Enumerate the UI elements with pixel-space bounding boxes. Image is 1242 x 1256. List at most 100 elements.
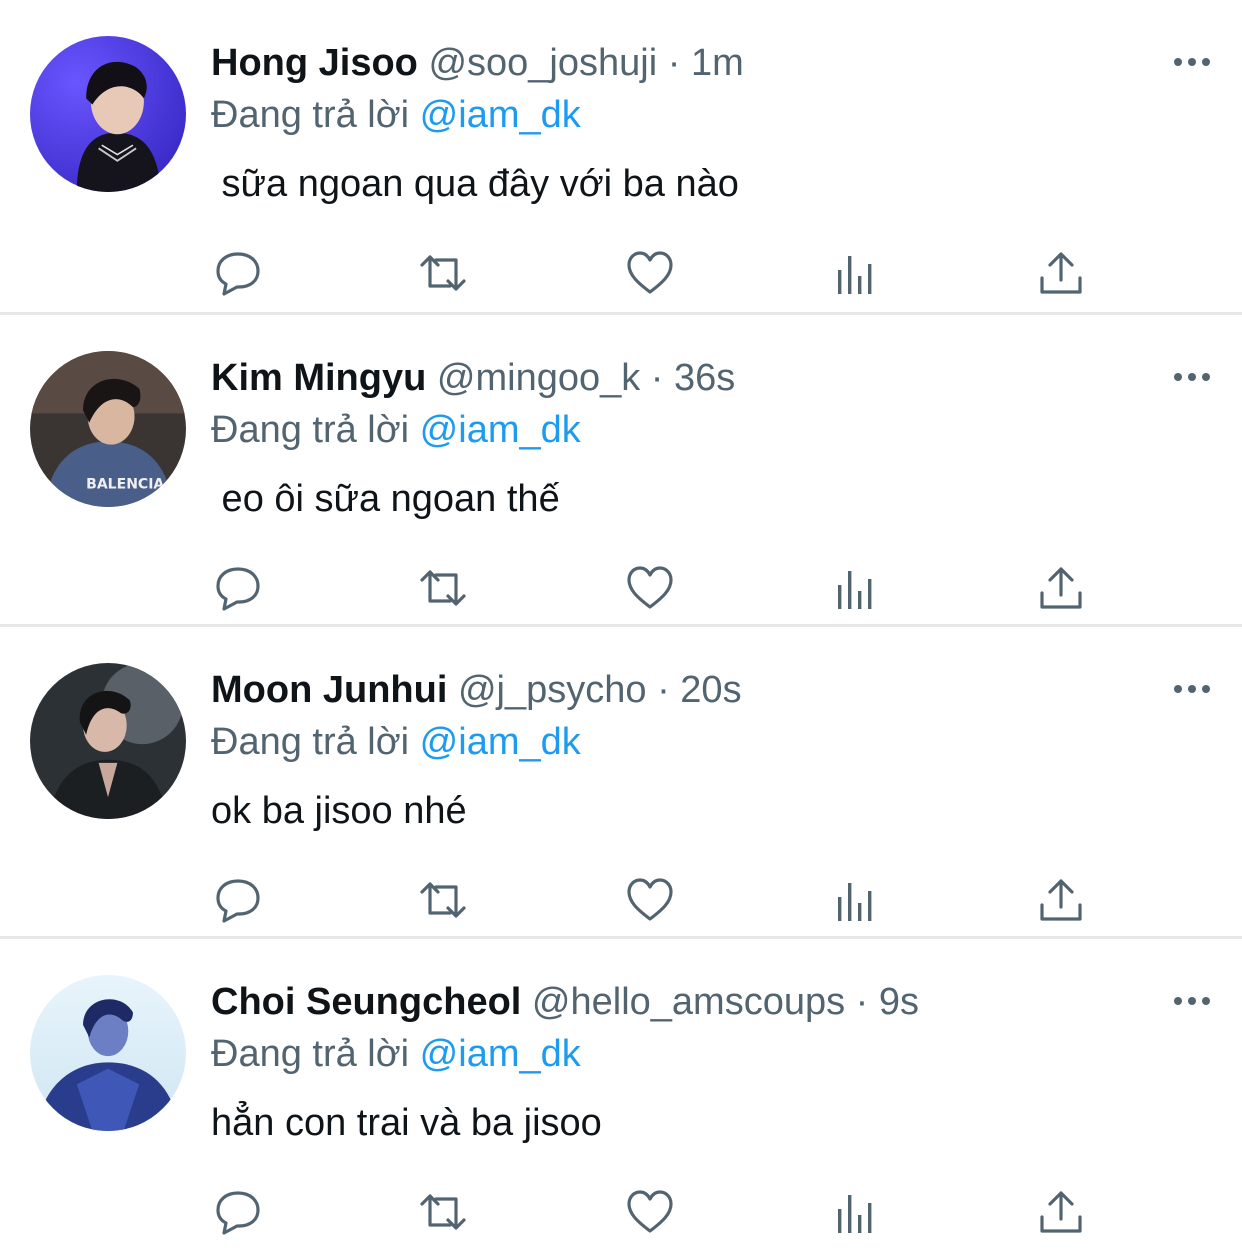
reply-feed: Hong Jisoo @soo_joshuji · 1m Đang trả lờ…: [0, 0, 1242, 1248]
replying-prefix: Đang trả lời: [211, 94, 410, 136]
display-name[interactable]: Kim Mingyu: [211, 357, 426, 399]
display-name[interactable]: Moon Junhui: [211, 669, 447, 711]
timestamp[interactable]: 9s: [879, 981, 919, 1023]
mention-link[interactable]: @iam_dk: [420, 409, 581, 451]
replying-prefix: Đang trả lời: [211, 721, 410, 763]
reply-button[interactable]: [213, 248, 263, 298]
more-options-button[interactable]: [1172, 359, 1212, 395]
like-button[interactable]: [625, 1187, 675, 1237]
avatar[interactable]: [30, 975, 186, 1131]
avatar[interactable]: BALENCIA: [30, 351, 186, 507]
separator: ·: [650, 357, 664, 399]
like-icon: [627, 1190, 673, 1233]
tweet[interactable]: Hong Jisoo @soo_joshuji · 1m Đang trả lờ…: [0, 0, 1242, 312]
retweet-icon: [420, 570, 466, 606]
replying-to: Đang trả lời @iam_dk: [211, 405, 581, 455]
replying-to: Đang trả lời @iam_dk: [211, 717, 581, 767]
more-icon: [1174, 58, 1210, 66]
username[interactable]: @hello_amscoups: [532, 981, 845, 1023]
tweet-header: Choi Seungcheol @hello_amscoups · 9s: [211, 977, 919, 1027]
like-button[interactable]: [625, 563, 675, 613]
like-button[interactable]: [625, 248, 675, 298]
tweet-text: hẳn con trai và ba jisoo: [211, 1102, 602, 1144]
username[interactable]: @mingoo_k: [437, 357, 640, 399]
more-icon: [1174, 997, 1210, 1005]
tweet-header: Hong Jisoo @soo_joshuji · 1m: [211, 38, 744, 88]
retweet-button[interactable]: [418, 875, 468, 925]
share-icon: [1040, 567, 1082, 609]
tweet[interactable]: BALENCIA Kim Mingyu @mingoo_k · 36s Đang…: [0, 312, 1242, 624]
views-icon: [838, 571, 872, 609]
retweet-button[interactable]: [418, 1187, 468, 1237]
reply-button[interactable]: [213, 1187, 263, 1237]
reply-icon: [216, 879, 260, 923]
views-button[interactable]: [832, 1187, 882, 1237]
more-options-button[interactable]: [1172, 983, 1212, 1019]
share-icon: [1040, 252, 1082, 294]
tweet-text: ok ba jisoo nhé: [211, 790, 467, 832]
reply-icon: [216, 567, 260, 611]
tweet-actions: [0, 1187, 1242, 1237]
tweet-text: eo ôi sữa ngoan thế: [211, 478, 560, 520]
timestamp[interactable]: 20s: [680, 669, 741, 711]
username[interactable]: @j_psycho: [458, 669, 647, 711]
avatar-photo: [30, 663, 186, 819]
reply-icon: [216, 1191, 260, 1235]
like-icon: [627, 878, 673, 921]
retweet-icon: [420, 1194, 466, 1230]
retweet-button[interactable]: [418, 248, 468, 298]
retweet-icon: [420, 255, 466, 291]
replying-prefix: Đang trả lời: [211, 1033, 410, 1075]
replying-prefix: Đang trả lời: [211, 409, 410, 451]
like-icon: [627, 251, 673, 294]
display-name[interactable]: Choi Seungcheol: [211, 981, 521, 1023]
share-icon: [1040, 879, 1082, 921]
separator: ·: [855, 981, 869, 1023]
svg-text:BALENCIA: BALENCIA: [86, 476, 164, 492]
tweet-actions: [0, 563, 1242, 613]
timestamp[interactable]: 36s: [674, 357, 735, 399]
avatar-photo: [30, 36, 186, 192]
more-icon: [1174, 685, 1210, 693]
display-name[interactable]: Hong Jisoo: [211, 42, 418, 84]
views-icon: [838, 256, 872, 294]
separator: ·: [667, 42, 681, 84]
retweet-button[interactable]: [418, 563, 468, 613]
tweet[interactable]: Choi Seungcheol @hello_amscoups · 9s Đan…: [0, 936, 1242, 1248]
share-button[interactable]: [1036, 248, 1086, 298]
mention-link[interactable]: @iam_dk: [420, 721, 581, 763]
mention-link[interactable]: @iam_dk: [420, 1033, 581, 1075]
replying-to: Đang trả lời @iam_dk: [211, 1029, 581, 1079]
avatar-photo: [30, 975, 186, 1131]
avatar[interactable]: [30, 663, 186, 819]
views-button[interactable]: [832, 875, 882, 925]
share-button[interactable]: [1036, 1187, 1086, 1237]
more-icon: [1174, 373, 1210, 381]
avatar-photo: BALENCIA: [30, 351, 186, 507]
tweet-header: Kim Mingyu @mingoo_k · 36s: [211, 353, 735, 403]
tweet-actions: [0, 875, 1242, 925]
avatar[interactable]: [30, 36, 186, 192]
reply-icon: [216, 252, 260, 296]
timestamp[interactable]: 1m: [691, 42, 744, 84]
views-button[interactable]: [832, 563, 882, 613]
tweet-header: Moon Junhui @j_psycho · 20s: [211, 665, 742, 715]
reply-button[interactable]: [213, 563, 263, 613]
mention-link[interactable]: @iam_dk: [420, 94, 581, 136]
replying-to: Đang trả lời @iam_dk: [211, 90, 581, 140]
views-button[interactable]: [832, 248, 882, 298]
share-button[interactable]: [1036, 563, 1086, 613]
like-icon: [627, 566, 673, 609]
share-icon: [1040, 1191, 1082, 1233]
views-icon: [838, 883, 872, 921]
views-icon: [838, 1195, 872, 1233]
tweet[interactable]: Moon Junhui @j_psycho · 20s Đang trả lời…: [0, 624, 1242, 936]
username[interactable]: @soo_joshuji: [428, 42, 657, 84]
share-button[interactable]: [1036, 875, 1086, 925]
like-button[interactable]: [625, 875, 675, 925]
retweet-icon: [420, 882, 466, 918]
tweet-text: sữa ngoan qua đây với ba nào: [211, 163, 739, 205]
reply-button[interactable]: [213, 875, 263, 925]
more-options-button[interactable]: [1172, 671, 1212, 707]
more-options-button[interactable]: [1172, 44, 1212, 80]
